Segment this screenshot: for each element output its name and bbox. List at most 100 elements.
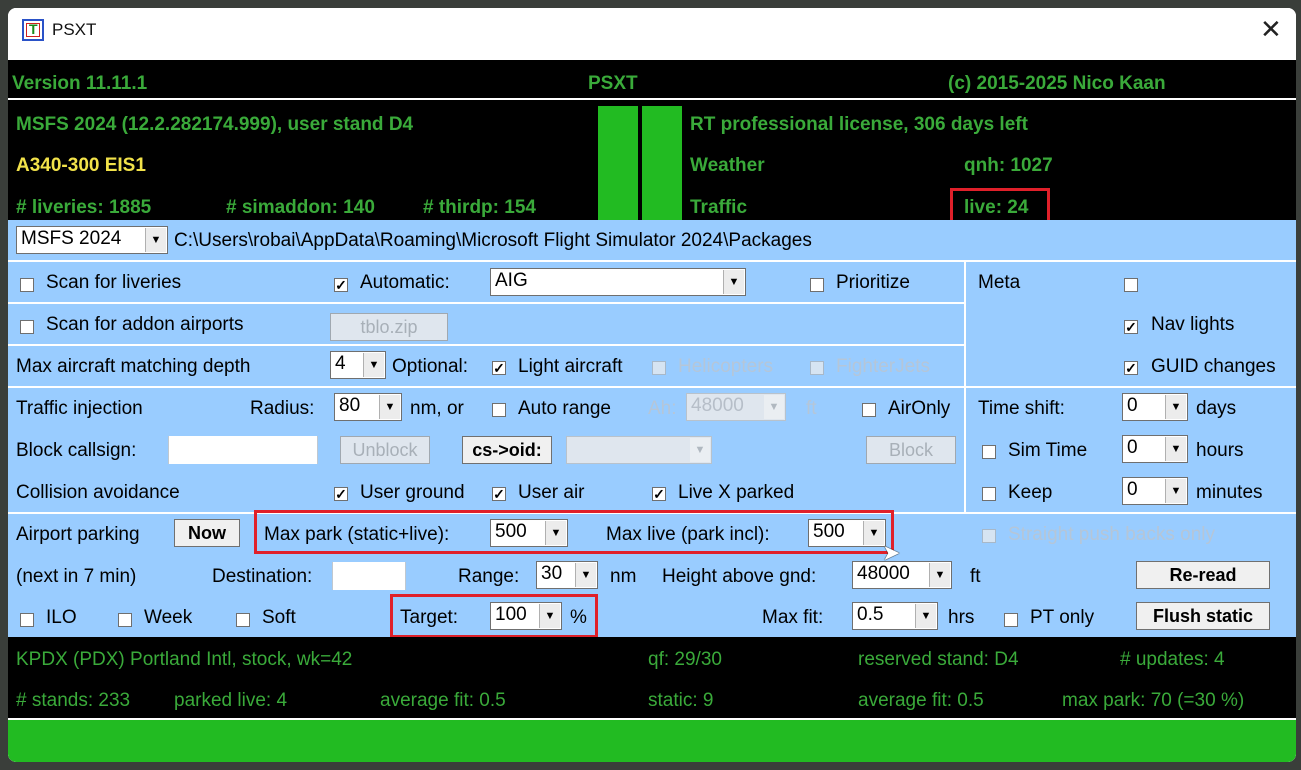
chevron-down-icon: ▼ — [1165, 479, 1186, 503]
liveries-count: # liveries: 1885 — [16, 197, 152, 218]
radius-label: Radius: — [250, 398, 315, 419]
now-button[interactable]: Now — [174, 519, 240, 547]
qf-value: qf: 29/30 — [648, 649, 722, 670]
days-select[interactable]: 0 ▼ — [1122, 393, 1188, 421]
week-checkbox[interactable] — [118, 613, 132, 627]
helicopters-checkbox[interactable] — [652, 361, 666, 375]
light-aircraft-label: Light aircraft — [518, 356, 623, 377]
injection-label: Traffic injection — [16, 398, 143, 419]
guid-checkbox[interactable]: ✓ — [1124, 361, 1138, 375]
auto-range-checkbox[interactable] — [492, 403, 506, 417]
sim-time-checkbox[interactable] — [982, 445, 996, 459]
ah-unit-label: ft — [806, 398, 817, 419]
reread-button[interactable]: Re-read — [1136, 561, 1270, 589]
progress-bar — [8, 720, 1296, 762]
aircraft-name: A340-300 EIS1 — [16, 155, 146, 176]
chevron-down-icon: ▼ — [145, 228, 166, 252]
nav-lights-checkbox[interactable]: ✓ — [1124, 320, 1138, 334]
block-callsign-label: Block callsign: — [16, 440, 137, 461]
depth-select[interactable]: 4 ▼ — [330, 351, 386, 379]
chevron-down-icon: ▼ — [764, 395, 784, 419]
straight-push-label: Straight push backs only — [1008, 524, 1216, 545]
sim-select[interactable]: MSFS 2024 ▼ — [16, 226, 168, 254]
title-bar[interactable]: T PSXT ✕ — [8, 8, 1296, 52]
height-select[interactable]: 48000 ▼ — [852, 561, 952, 589]
chevron-down-icon: ▼ — [575, 563, 596, 587]
block-callsign-input[interactable] — [168, 436, 318, 464]
chevron-down-icon: ▼ — [379, 395, 400, 419]
license-text: RT professional license, 306 days left — [690, 114, 1028, 135]
chevron-down-icon: ▼ — [915, 604, 936, 628]
scan-liveries-checkbox[interactable] — [20, 278, 34, 292]
user-air-checkbox[interactable]: ✓ — [492, 487, 506, 501]
cs-oid-button[interactable]: cs->oid: — [462, 436, 552, 464]
prioritize-label: Prioritize — [836, 272, 910, 293]
ilo-checkbox[interactable] — [20, 613, 34, 627]
automatic-select[interactable]: AIG ▼ — [490, 268, 746, 296]
app-name-text: PSXT — [588, 73, 638, 94]
status-indicator-2 — [642, 106, 682, 220]
radius-select[interactable]: 80 ▼ — [334, 393, 402, 421]
prioritize-checkbox[interactable] — [810, 278, 824, 292]
ah-select[interactable]: 48000 ▼ — [686, 393, 786, 421]
scan-airports-label: Scan for addon airports — [46, 314, 244, 335]
helicopters-label: Helicopters — [678, 356, 774, 377]
flush-static-button[interactable]: Flush static — [1136, 602, 1270, 630]
keep-checkbox[interactable] — [982, 487, 996, 501]
hours-select[interactable]: 0 ▼ — [1122, 435, 1188, 463]
next-update-label: (next in 7 min) — [16, 566, 137, 587]
range-select[interactable]: 30 ▼ — [536, 561, 598, 589]
chevron-down-icon: ▼ — [363, 353, 384, 377]
meta-label: Meta — [978, 272, 1021, 293]
max-fit-label: Max fit: — [762, 607, 824, 628]
reserved-stand: reserved stand: D4 — [858, 649, 1019, 670]
optional-label: Optional: — [392, 356, 469, 377]
packages-path: C:\Users\robai\AppData\Roaming\Microsoft… — [174, 230, 812, 251]
destination-input[interactable] — [332, 562, 406, 590]
week-label: Week — [144, 607, 193, 628]
auto-range-label: Auto range — [518, 398, 611, 419]
chevron-down-icon: ▼ — [690, 438, 710, 462]
fighterjets-checkbox[interactable] — [810, 361, 824, 375]
user-ground-checkbox[interactable]: ✓ — [334, 487, 348, 501]
static-count: static: 9 — [648, 690, 714, 711]
app-icon: T — [22, 19, 44, 41]
days-label: days — [1196, 398, 1237, 419]
average-fit-live: average fit: 0.5 — [380, 690, 506, 711]
version-text: Version 11.11.1 — [12, 73, 148, 94]
depth-label: Max aircraft matching depth — [16, 356, 251, 377]
close-button[interactable]: ✕ — [1252, 14, 1286, 46]
tblo-zip-button[interactable]: tblo.zip — [330, 313, 448, 341]
block-button[interactable]: Block — [866, 436, 956, 464]
traffic-label: Traffic — [690, 197, 748, 218]
live-x-parked-checkbox[interactable]: ✓ — [652, 487, 666, 501]
pt-only-checkbox[interactable] — [1004, 613, 1018, 627]
divider — [8, 260, 1296, 262]
minutes-select[interactable]: 0 ▼ — [1122, 477, 1188, 505]
close-icon: ✕ — [1260, 14, 1282, 44]
aironly-label: AirOnly — [888, 398, 951, 419]
collision-label: Collision avoidance — [16, 482, 180, 503]
max-fit-unit-label: hrs — [948, 607, 975, 628]
automatic-checkbox[interactable]: ✓ — [334, 278, 348, 292]
aironly-checkbox[interactable] — [862, 403, 876, 417]
status-indicator-1 — [598, 106, 638, 220]
max-fit-select[interactable]: 0.5 ▼ — [852, 602, 938, 630]
parking-highlight — [254, 510, 894, 554]
light-aircraft-checkbox[interactable]: ✓ — [492, 361, 506, 375]
straight-push-checkbox[interactable] — [982, 529, 996, 543]
fighterjets-label: FighterJets — [836, 356, 930, 377]
scan-airports-checkbox[interactable] — [20, 320, 34, 334]
live-x-parked-label: Live X parked — [678, 482, 795, 503]
meta-checkbox[interactable] — [1124, 278, 1138, 292]
soft-checkbox[interactable] — [236, 613, 250, 627]
unblock-button[interactable]: Unblock — [340, 436, 430, 464]
user-ground-label: User ground — [360, 482, 465, 503]
divider — [8, 344, 964, 346]
cs-oid-select[interactable]: ▼ — [566, 436, 712, 464]
parked-live-count: parked live: 4 — [174, 690, 288, 711]
chevron-down-icon: ▼ — [1165, 395, 1186, 419]
hours-label: hours — [1196, 440, 1244, 461]
stands-count: # stands: 233 — [16, 690, 131, 711]
qnh-value: qnh: 1027 — [964, 155, 1053, 176]
